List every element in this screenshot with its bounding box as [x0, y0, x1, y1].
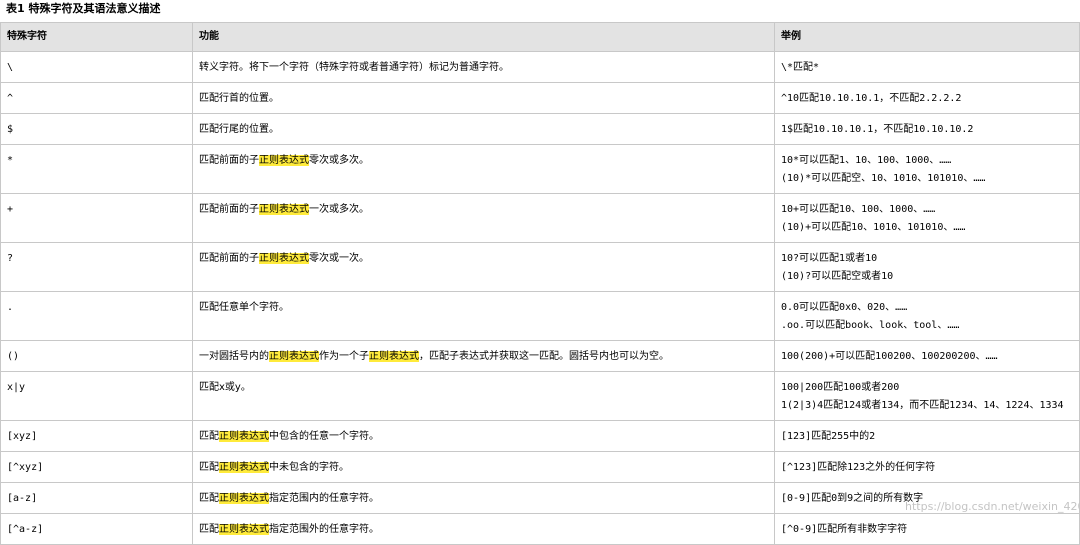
special-char-cell: + [0, 193, 193, 243]
table-row: ? 匹配前面的子正则表达式零次或一次。 10?可以匹配1或者10 (10)?可以匹配空… [0, 242, 1080, 292]
highlighted-term: 正则表达式 [219, 462, 269, 473]
example-line: 1$匹配10.10.10.1，不匹配10.10.10.2 [781, 124, 974, 135]
header-example: 举例 [774, 22, 1080, 52]
example-line: (10)?可以匹配空或者10 [781, 271, 894, 282]
highlighted-term: 正则表达式 [269, 351, 319, 362]
special-char-cell: . [0, 291, 193, 341]
example-line: \*匹配* [781, 62, 820, 73]
special-char-cell: [a-z] [0, 482, 193, 514]
highlighted-term: 正则表达式 [219, 431, 269, 442]
example-line: 0.0可以匹配0x0、020、…… [781, 302, 908, 313]
example-cell: 1$匹配10.10.10.1，不匹配10.10.10.2 [774, 113, 1080, 145]
example-cell: 0.0可以匹配0x0、020、…… .oo.可以匹配book、look、tool、… [774, 291, 1080, 341]
table-row: + 匹配前面的子正则表达式一次或多次。 10+可以匹配10、100、1000、…… (… [0, 193, 1080, 243]
function-cell: 匹配正则表达式中未包含的字符。 [192, 451, 775, 483]
highlighted-term: 正则表达式 [219, 493, 269, 504]
table-row: \ 转义字符。将下一个字符（特殊字符或者普通字符）标记为普通字符。 \*匹配* [0, 51, 1080, 83]
example-cell: 100|200匹配100或者200 1(2|3)4匹配124或者134，而不匹配1… [774, 371, 1080, 421]
header-special-char: 特殊字符 [0, 22, 193, 52]
table-body: \ 转义字符。将下一个字符（特殊字符或者普通字符）标记为普通字符。 \*匹配* ^ 匹配… [0, 51, 1080, 545]
table-row: [^a-z] 匹配正则表达式指定范围外的任意字符。 [^0-9]匹配所有非数字字符 [0, 513, 1080, 545]
example-cell: [123]匹配255中的2 [774, 420, 1080, 452]
example-line: (10)+可以匹配10、1010、101010、…… [781, 222, 966, 233]
special-char-cell: ? [0, 242, 193, 292]
example-cell: 10+可以匹配10、100、1000、…… (10)+可以匹配10、1010、10… [774, 193, 1080, 243]
function-cell: 匹配任意单个字符。 [192, 291, 775, 341]
example-line: [123]匹配255中的2 [781, 431, 876, 442]
function-cell: 匹配正则表达式中包含的任意一个字符。 [192, 420, 775, 452]
function-cell: 匹配正则表达式指定范围内的任意字符。 [192, 482, 775, 514]
table-row: * 匹配前面的子正则表达式零次或多次。 10*可以匹配1、10、100、1000、…… [0, 144, 1080, 194]
example-line: 100(200)+可以匹配100200、100200200、…… [781, 351, 998, 362]
table-row: x|y 匹配x或y。 100|200匹配100或者200 1(2|3)4匹配124或者… [0, 371, 1080, 421]
example-line: [^123]匹配除123之外的任何字符 [781, 462, 936, 473]
table-caption: 表1 特殊字符及其语法意义描述 [6, 2, 161, 15]
example-line: 10?可以匹配1或者10 [781, 253, 878, 264]
function-cell: 匹配正则表达式指定范围外的任意字符。 [192, 513, 775, 545]
highlighted-term: 正则表达式 [369, 351, 419, 362]
special-char-cell: $ [0, 113, 193, 145]
example-cell: [^123]匹配除123之外的任何字符 [774, 451, 1080, 483]
special-char-cell: x|y [0, 371, 193, 421]
function-cell: 匹配前面的子正则表达式一次或多次。 [192, 193, 775, 243]
special-chars-table: 特殊字符 功能 举例 \ 转义字符。将下一个字符（特殊字符或者普通字符）标记为普通… [0, 22, 1080, 545]
example-cell: \*匹配* [774, 51, 1080, 83]
example-line: (10)*可以匹配空、10、1010、101010、…… [781, 173, 986, 184]
function-cell: 匹配行尾的位置。 [192, 113, 775, 145]
function-cell: 匹配前面的子正则表达式零次或一次。 [192, 242, 775, 292]
table-row: () 一对圆括号内的正则表达式作为一个子正则表达式，匹配子表达式并获取这一匹配。圆… [0, 340, 1080, 372]
example-line: 10+可以匹配10、100、1000、…… [781, 204, 936, 215]
example-cell: ^10匹配10.10.10.1，不匹配2.2.2.2 [774, 82, 1080, 114]
function-cell: 匹配前面的子正则表达式零次或多次。 [192, 144, 775, 194]
function-cell: 转义字符。将下一个字符（特殊字符或者普通字符）标记为普通字符。 [192, 51, 775, 83]
special-char-cell: \ [0, 51, 193, 83]
function-cell: 匹配x或y。 [192, 371, 775, 421]
example-cell: 100(200)+可以匹配100200、100200200、…… [774, 340, 1080, 372]
function-cell: 匹配行首的位置。 [192, 82, 775, 114]
example-line: ^10匹配10.10.10.1，不匹配2.2.2.2 [781, 93, 962, 104]
example-cell: [^0-9]匹配所有非数字字符 [774, 513, 1080, 545]
table-header-row: 特殊字符 功能 举例 [0, 22, 1080, 52]
special-char-cell: [^xyz] [0, 451, 193, 483]
highlighted-term: 正则表达式 [259, 155, 309, 166]
special-char-cell: [^a-z] [0, 513, 193, 545]
highlighted-term: 正则表达式 [259, 204, 309, 215]
table-row: . 匹配任意单个字符。 0.0可以匹配0x0、020、…… .oo.可以匹配book、… [0, 291, 1080, 341]
table-row: [xyz] 匹配正则表达式中包含的任意一个字符。 [123]匹配255中的2 [0, 420, 1080, 452]
example-line: 10*可以匹配1、10、100、1000、…… [781, 155, 952, 166]
example-line: 1(2|3)4匹配124或者134，而不匹配1234、14、1224、1334 [781, 400, 1064, 411]
header-function: 功能 [192, 22, 775, 52]
special-char-cell: * [0, 144, 193, 194]
function-cell: 一对圆括号内的正则表达式作为一个子正则表达式，匹配子表达式并获取这一匹配。圆括号… [192, 340, 775, 372]
special-char-cell: [xyz] [0, 420, 193, 452]
example-line: 100|200匹配100或者200 [781, 382, 900, 393]
example-line: [^0-9]匹配所有非数字字符 [781, 524, 908, 535]
highlighted-term: 正则表达式 [259, 253, 309, 264]
highlighted-term: 正则表达式 [219, 524, 269, 535]
special-char-cell: () [0, 340, 193, 372]
example-line: .oo.可以匹配book、look、tool、…… [781, 320, 960, 331]
example-cell: 10?可以匹配1或者10 (10)?可以匹配空或者10 [774, 242, 1080, 292]
table-row: ^ 匹配行首的位置。 ^10匹配10.10.10.1，不匹配2.2.2.2 [0, 82, 1080, 114]
watermark: https://blog.csdn.net/weixin_42052506 [905, 500, 1080, 513]
example-cell: 10*可以匹配1、10、100、1000、…… (10)*可以匹配空、10、101… [774, 144, 1080, 194]
special-char-cell: ^ [0, 82, 193, 114]
table-row: $ 匹配行尾的位置。 1$匹配10.10.10.1，不匹配10.10.10.2 [0, 113, 1080, 145]
table-row: [^xyz] 匹配正则表达式中未包含的字符。 [^123]匹配除123之外的任何字符 [0, 451, 1080, 483]
